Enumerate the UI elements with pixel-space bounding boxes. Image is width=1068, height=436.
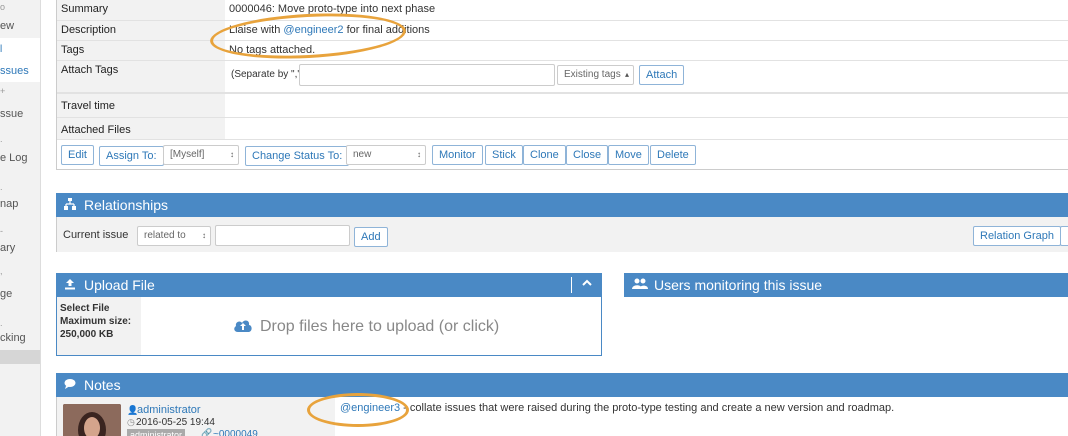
edit-button[interactable]: Edit [61,145,94,165]
updown-caret-icon: ↕ [417,150,421,159]
role-badge: administrator [127,429,186,436]
clock-icon: ◷ [127,417,135,427]
summary-label: Summary [57,0,225,20]
monitor-button[interactable]: Monitor [432,145,483,165]
attached-files-label: Attached Files [57,118,225,139]
tags-label: Tags [57,41,225,60]
monitoring-header: Users monitoring this issue [624,273,1068,297]
existing-tags-select[interactable]: Existing tags ▴ [557,65,634,85]
updown-caret-icon: ▴ [624,70,629,79]
stick-button[interactable]: Stick [485,145,523,165]
clone-button[interactable]: Clone [523,145,566,165]
note-date: 2016-05-25 19:44 [136,417,215,428]
current-issue-label: Current issue [63,229,129,241]
travel-time-row: Travel time [57,93,1068,118]
assign-to-select[interactable]: [Myself] ↕ [163,145,239,165]
relationships-body: Current issue related to ↕ Add Relation G… [56,217,1068,252]
relationships-title: Relationships [84,197,169,213]
status-select[interactable]: new ↕ [346,145,426,165]
link-icon: 🔗 [201,428,213,436]
related-issue-input[interactable] [215,225,350,246]
tags-value: No tags attached. [229,44,316,56]
dropzone-text: Drop files here to upload (or click) [260,318,500,335]
avatar [63,404,121,436]
attach-tags-label: Attach Tags [57,61,225,92]
users-icon [632,274,648,298]
assign-to-button[interactable]: Assign To: [99,146,164,166]
sidebar-item-issues[interactable]: l ssues [0,38,40,82]
summary-value: 0000046: Move proto-type into next phase [229,3,436,15]
monitoring-title: Users monitoring this issue [654,277,823,293]
attach-button[interactable]: Attach [639,65,685,85]
relationships-header: Relationships [56,193,1068,217]
separator-hint: (Separate by ",") [231,69,305,80]
note-author-link[interactable]: administrator [137,404,201,416]
mention-engineer2[interactable]: @engineer2 [283,24,343,36]
delete-button[interactable]: Delete [650,145,696,165]
travel-time-label: Travel time [57,94,225,117]
add-relation-button[interactable]: Add [354,227,388,247]
notes-title: Notes [84,377,121,393]
sidebar-divider [0,350,40,364]
description-value: Liaise with @engineer2 for final additio… [229,24,430,36]
attach-tags-row: Attach Tags (Separate by ",") Existing t… [57,61,1068,93]
upload-title: Upload File [84,277,155,293]
description-label: Description [57,21,225,40]
note-text: @engineer3 - collate issues that were ra… [340,402,895,414]
action-bar: Edit Assign To: [Myself] ↕ Change Status … [57,140,1068,170]
select-file-label: Select File [60,303,110,314]
sidebar: o ew l ssues + ssue . e Log . nap - ary … [0,0,41,436]
dependency-graph-button[interactable] [1060,226,1068,246]
issue-details: Summary 0000046: Move proto-type into ne… [56,0,1068,170]
mention-engineer3[interactable]: @engineer3 [340,402,400,414]
summary-row: Summary 0000046: Move proto-type into ne… [57,0,1068,21]
close-button[interactable]: Close [566,145,609,165]
note-id-link[interactable]: ~0000049 [213,429,258,436]
notes-header: Notes [56,373,1068,397]
sitemap-icon [64,194,78,218]
comment-icon [64,374,78,398]
upload-body: Select File Maximum size: 250,000 KB Dro… [56,297,602,356]
cloud-upload-icon [233,317,253,336]
collapse-icon[interactable] [581,273,593,297]
tags-input[interactable] [299,64,555,86]
description-row: Description Liaise with @engineer2 for f… [57,21,1068,41]
tags-row: Tags No tags attached. [57,41,1068,61]
header-divider [571,277,572,293]
updown-caret-icon: ↕ [230,150,234,159]
relation-type-select[interactable]: related to ↕ [137,226,211,246]
attached-files-row: Attached Files [57,118,1068,140]
change-status-button[interactable]: Change Status To: [245,146,350,166]
upload-header: Upload File [56,273,602,297]
relation-graph-button[interactable]: Relation Graph [973,226,1061,246]
max-size-value: 250,000 KB [60,329,114,340]
updown-caret-icon: ↕ [202,231,206,240]
move-button[interactable]: Move [608,145,649,165]
upload-icon [64,274,78,298]
note-entry: 👤 administrator ◷ 2016-05-25 19:44 admin… [56,397,1068,436]
max-size-label: Maximum size: [60,316,132,327]
dropzone[interactable]: Drop files here to upload (or click) [141,297,601,355]
